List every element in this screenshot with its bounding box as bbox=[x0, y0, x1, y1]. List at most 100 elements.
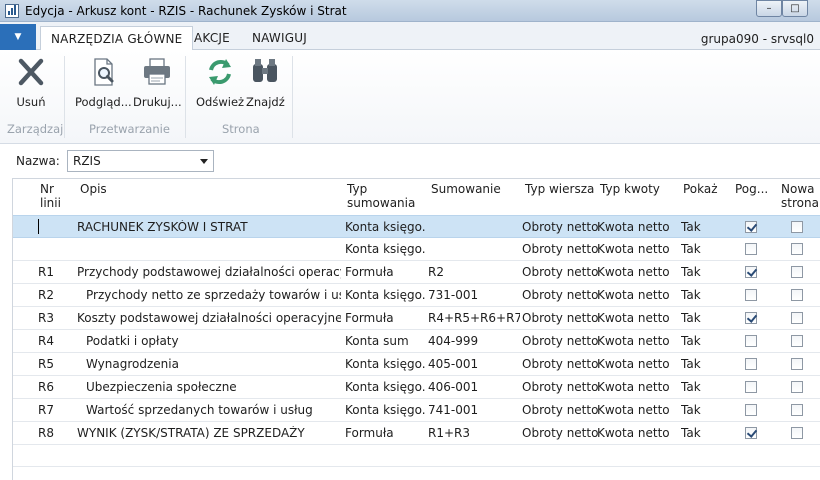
totaling-cell[interactable]: 404-999 bbox=[428, 334, 520, 348]
row-type-cell[interactable]: Obroty netto bbox=[522, 403, 598, 417]
refresh-button[interactable]: Odśwież bbox=[196, 56, 244, 109]
new-page-checkbox[interactable] bbox=[791, 312, 803, 324]
new-page-checkbox[interactable] bbox=[791, 358, 803, 370]
app-icon[interactable] bbox=[5, 4, 19, 18]
col-header-amount-type[interactable]: Typ kwoty bbox=[600, 182, 660, 196]
line-no-cell[interactable]: R8 bbox=[38, 426, 68, 440]
table-row[interactable]: R1 Przychody podstawowej działalności ope… bbox=[13, 261, 820, 284]
bold-checkbox[interactable] bbox=[745, 427, 757, 439]
description-cell[interactable]: Podatki i opłaty bbox=[77, 334, 341, 348]
row-type-cell[interactable]: Obroty netto bbox=[522, 265, 598, 279]
totaling-type-cell[interactable]: Formuła bbox=[345, 426, 425, 440]
show-cell[interactable]: Tak bbox=[681, 311, 721, 325]
bold-checkbox[interactable] bbox=[745, 312, 757, 324]
totaling-type-cell[interactable]: Konta sum bbox=[345, 334, 425, 348]
show-cell[interactable]: Tak bbox=[681, 426, 721, 440]
col-header-line-no[interactable]: Nr linii bbox=[40, 182, 61, 210]
description-cell[interactable]: Koszty podstawowej działalności operacyj… bbox=[77, 311, 341, 325]
amount-type-cell[interactable]: Kwota netto bbox=[597, 265, 677, 279]
description-cell[interactable]: RACHUNEK ZYSKÓW I STRAT bbox=[77, 220, 341, 234]
amount-type-cell[interactable]: Kwota netto bbox=[597, 380, 677, 394]
table-row[interactable]: R5 Wynagrodzenia Konta księgo... 405-001 Obr… bbox=[13, 353, 820, 376]
totaling-type-cell[interactable]: Konta księgo... bbox=[345, 403, 425, 417]
new-page-checkbox[interactable] bbox=[791, 335, 803, 347]
totaling-type-cell[interactable]: Konta księgo... bbox=[345, 288, 425, 302]
table-row[interactable]: R4 Podatki i opłaty Konta sum 404-999 Obroty… bbox=[13, 330, 820, 353]
maximize-button[interactable]: □ bbox=[782, 0, 808, 17]
col-header-description[interactable]: Opis bbox=[80, 182, 107, 196]
row-type-cell[interactable]: Obroty netto bbox=[522, 380, 598, 394]
show-cell[interactable]: Tak bbox=[681, 403, 721, 417]
bold-checkbox[interactable] bbox=[745, 335, 757, 347]
amount-type-cell[interactable]: Kwota netto bbox=[597, 357, 677, 371]
line-no-cell[interactable]: R5 bbox=[38, 357, 68, 371]
description-cell[interactable]: Wynagrodzenia bbox=[77, 357, 341, 371]
totaling-cell[interactable]: R1+R3 bbox=[428, 426, 520, 440]
totaling-cell[interactable]: 741-001 bbox=[428, 403, 520, 417]
col-header-bold[interactable]: Pog... bbox=[735, 182, 768, 196]
new-page-checkbox[interactable] bbox=[791, 243, 803, 255]
new-page-checkbox[interactable] bbox=[791, 404, 803, 416]
amount-type-cell[interactable]: Kwota netto bbox=[597, 220, 677, 234]
bold-checkbox[interactable] bbox=[745, 358, 757, 370]
totaling-type-cell[interactable]: Konta księgo... bbox=[345, 380, 425, 394]
amount-type-cell[interactable]: Kwota netto bbox=[597, 403, 677, 417]
bold-checkbox[interactable] bbox=[745, 243, 757, 255]
description-cell[interactable]: Ubezpieczenia społeczne bbox=[77, 380, 341, 394]
table-row[interactable]: RACHUNEK ZYSKÓW I STRAT Konta księgo... Ob… bbox=[13, 215, 820, 238]
line-no-cell[interactable]: R1 bbox=[38, 265, 68, 279]
tab-home[interactable]: NARZĘDZIA GŁÓWNE bbox=[40, 26, 194, 51]
description-cell[interactable]: Przychody podstawowej działalności opera… bbox=[77, 265, 341, 279]
totaling-cell[interactable]: R4+R5+R6+R7 bbox=[428, 311, 520, 325]
show-cell[interactable]: Tak bbox=[681, 288, 721, 302]
description-cell[interactable]: Przychody netto ze sprzedaży towarów i u… bbox=[77, 288, 341, 302]
bold-checkbox[interactable] bbox=[745, 381, 757, 393]
name-filter-dropdown[interactable]: RZIS bbox=[67, 150, 214, 172]
show-cell[interactable]: Tak bbox=[681, 265, 721, 279]
show-cell[interactable]: Tak bbox=[681, 334, 721, 348]
line-no-cell[interactable]: R6 bbox=[38, 380, 68, 394]
row-type-cell[interactable]: Obroty netto bbox=[522, 288, 598, 302]
totaling-cell[interactable]: 406-001 bbox=[428, 380, 520, 394]
row-type-cell[interactable]: Obroty netto bbox=[522, 357, 598, 371]
show-cell[interactable]: Tak bbox=[681, 357, 721, 371]
bold-checkbox[interactable] bbox=[745, 221, 757, 233]
col-header-totaling[interactable]: Sumowanie bbox=[431, 182, 501, 196]
chevron-down-icon[interactable] bbox=[200, 159, 208, 164]
row-type-cell[interactable]: Obroty netto bbox=[522, 334, 598, 348]
col-header-show[interactable]: Pokaż bbox=[683, 182, 718, 196]
totaling-type-cell[interactable]: Konta księgo... bbox=[345, 220, 425, 234]
totaling-type-cell[interactable]: Formuła bbox=[345, 265, 425, 279]
amount-type-cell[interactable]: Kwota netto bbox=[597, 242, 677, 256]
table-row[interactable]: R8 WYNIK (ZYSK/STRATA) ZE SPRZEDAŻY Formuł… bbox=[13, 422, 820, 445]
tab-actions[interactable]: AKCJE bbox=[184, 26, 240, 51]
row-type-cell[interactable]: Obroty netto bbox=[522, 220, 598, 234]
amount-type-cell[interactable]: Kwota netto bbox=[597, 426, 677, 440]
line-no-cell[interactable]: R7 bbox=[38, 403, 68, 417]
table-row[interactable]: R6 Ubezpieczenia społeczne Konta księgo...… bbox=[13, 376, 820, 399]
bold-checkbox[interactable] bbox=[745, 404, 757, 416]
row-type-cell[interactable]: Obroty netto bbox=[522, 311, 598, 325]
line-no-cell[interactable]: R2 bbox=[38, 288, 68, 302]
col-header-new-page[interactable]: Nowa strona bbox=[781, 182, 819, 210]
row-type-cell[interactable]: Obroty netto bbox=[522, 426, 598, 440]
delete-button[interactable]: Usuń bbox=[14, 56, 48, 109]
description-cell[interactable]: Wartość sprzedanych towarów i usług bbox=[77, 403, 341, 417]
row-type-cell[interactable]: Obroty netto bbox=[522, 242, 598, 256]
show-cell[interactable]: Tak bbox=[681, 242, 721, 256]
show-cell[interactable]: Tak bbox=[681, 380, 721, 394]
totaling-cell[interactable]: 405-001 bbox=[428, 357, 520, 371]
minimize-button[interactable]: – bbox=[756, 0, 782, 17]
col-header-row-type[interactable]: Typ wiersza bbox=[525, 182, 594, 196]
preview-button[interactable]: Podgląd... bbox=[75, 56, 132, 109]
find-button[interactable]: Znajdź bbox=[246, 56, 285, 109]
table-row[interactable]: Konta księgo... Obroty netto Kwota netto Ta… bbox=[13, 238, 820, 261]
bold-checkbox[interactable] bbox=[745, 266, 757, 278]
table-row[interactable]: R3 Koszty podstawowej działalności operac… bbox=[13, 307, 820, 330]
new-page-checkbox[interactable] bbox=[791, 427, 803, 439]
amount-type-cell[interactable]: Kwota netto bbox=[597, 288, 677, 302]
totaling-cell[interactable]: 731-001 bbox=[428, 288, 520, 302]
line-no-cell[interactable]: R4 bbox=[38, 334, 68, 348]
totaling-cell[interactable]: R2 bbox=[428, 265, 520, 279]
bold-checkbox[interactable] bbox=[745, 289, 757, 301]
